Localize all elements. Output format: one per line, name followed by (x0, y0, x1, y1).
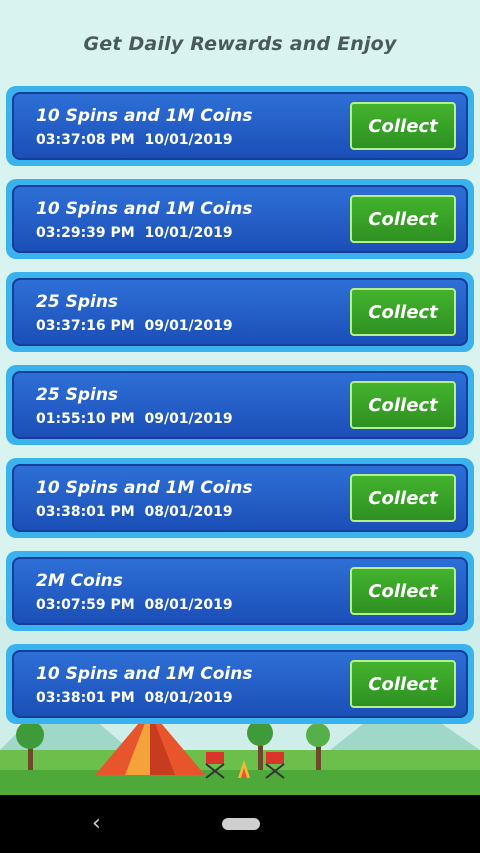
reward-date: 10/01/2019 (144, 132, 233, 148)
reward-card: 25 Spins 01:55:10 PM 09/01/2019 Collect (6, 365, 474, 445)
reward-card-body: 10 Spins and 1M Coins 03:38:01 PM 08/01/… (12, 464, 468, 532)
reward-date: 08/01/2019 (144, 504, 233, 520)
home-pill-icon[interactable] (222, 818, 260, 830)
reward-card: 10 Spins and 1M Coins 03:38:01 PM 08/01/… (6, 644, 474, 724)
reward-date: 10/01/2019 (144, 225, 233, 241)
reward-date: 08/01/2019 (144, 597, 233, 613)
collect-button[interactable]: Collect (350, 567, 456, 615)
reward-card-body: 25 Spins 03:37:16 PM 09/01/2019 Collect (12, 278, 468, 346)
reward-time: 03:07:59 PM (36, 597, 135, 613)
reward-title: 25 Spins (36, 385, 119, 405)
reward-timestamp: 03:29:39 PM 10/01/2019 (36, 225, 233, 241)
page-title: Get Daily Rewards and Enjoy (83, 33, 397, 55)
reward-card: 10 Spins and 1M Coins 03:37:08 PM 10/01/… (6, 86, 474, 166)
system-nav-bar: ‹ (0, 795, 480, 853)
back-icon[interactable]: ‹ (92, 811, 101, 836)
reward-time: 03:37:16 PM (36, 318, 135, 334)
reward-time: 03:29:39 PM (36, 225, 135, 241)
reward-title: 2M Coins (36, 571, 123, 591)
reward-card: 10 Spins and 1M Coins 03:29:39 PM 10/01/… (6, 179, 474, 259)
collect-button[interactable]: Collect (350, 381, 456, 429)
reward-date: 09/01/2019 (144, 411, 233, 427)
collect-button[interactable]: Collect (350, 474, 456, 522)
collect-button[interactable]: Collect (350, 195, 456, 243)
reward-timestamp: 03:38:01 PM 08/01/2019 (36, 504, 233, 520)
reward-title: 10 Spins and 1M Coins (36, 664, 253, 684)
reward-card-body: 2M Coins 03:07:59 PM 08/01/2019 Collect (12, 557, 468, 625)
reward-title: 25 Spins (36, 292, 119, 312)
reward-card-body: 10 Spins and 1M Coins 03:37:08 PM 10/01/… (12, 92, 468, 160)
reward-timestamp: 03:37:08 PM 10/01/2019 (36, 132, 233, 148)
reward-title: 10 Spins and 1M Coins (36, 106, 253, 126)
reward-card-body: 10 Spins and 1M Coins 03:38:01 PM 08/01/… (12, 650, 468, 718)
reward-card-body: 10 Spins and 1M Coins 03:29:39 PM 10/01/… (12, 185, 468, 253)
collect-button[interactable]: Collect (350, 288, 456, 336)
reward-timestamp: 03:37:16 PM 09/01/2019 (36, 318, 233, 334)
reward-card: 10 Spins and 1M Coins 03:38:01 PM 08/01/… (6, 458, 474, 538)
reward-time: 03:38:01 PM (36, 690, 135, 706)
header: Get Daily Rewards and Enjoy (0, 0, 480, 88)
collect-button[interactable]: Collect (350, 102, 456, 150)
reward-card: 2M Coins 03:07:59 PM 08/01/2019 Collect (6, 551, 474, 631)
reward-date: 09/01/2019 (144, 318, 233, 334)
reward-time: 01:55:10 PM (36, 411, 135, 427)
reward-date: 08/01/2019 (144, 690, 233, 706)
reward-title: 10 Spins and 1M Coins (36, 199, 253, 219)
collect-button[interactable]: Collect (350, 660, 456, 708)
reward-timestamp: 01:55:10 PM 09/01/2019 (36, 411, 233, 427)
reward-card: 25 Spins 03:37:16 PM 09/01/2019 Collect (6, 272, 474, 352)
reward-time: 03:38:01 PM (36, 504, 135, 520)
reward-card-body: 25 Spins 01:55:10 PM 09/01/2019 Collect (12, 371, 468, 439)
reward-title: 10 Spins and 1M Coins (36, 478, 253, 498)
reward-timestamp: 03:07:59 PM 08/01/2019 (36, 597, 233, 613)
reward-timestamp: 03:38:01 PM 08/01/2019 (36, 690, 233, 706)
reward-time: 03:37:08 PM (36, 132, 135, 148)
